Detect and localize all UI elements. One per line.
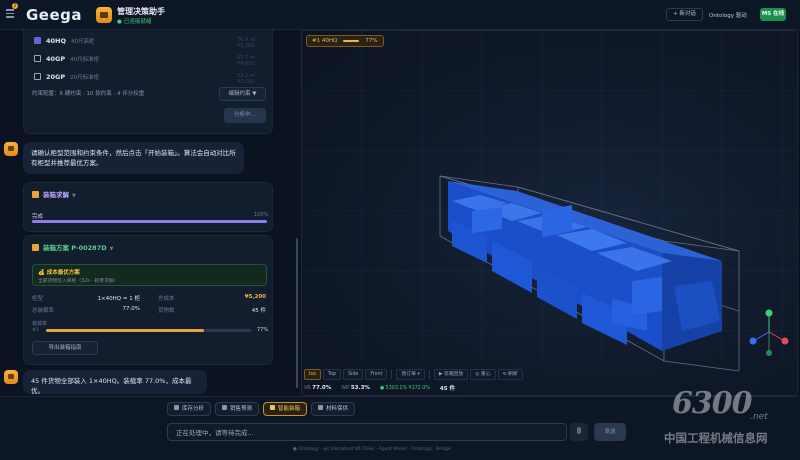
option-40hq[interactable]: 40HQ 40尺高柜 <box>34 35 95 46</box>
tab-smart-packing[interactable]: 智能装箱 <box>263 402 308 416</box>
view-top-button[interactable]: Top <box>322 368 341 380</box>
geega-logo: Geega <box>26 6 83 24</box>
app-icon <box>96 7 112 23</box>
chart-icon <box>222 405 228 410</box>
stat-rate-value: 77.0% <box>122 306 140 312</box>
send-button[interactable]: 发送 <box>594 423 626 441</box>
stat-cost-value: ¥5,200 <box>244 294 266 300</box>
view-side-button[interactable]: Side <box>342 368 364 380</box>
export-guide-button[interactable]: 导出装箱指南 <box>32 341 98 355</box>
checkbox-40gp[interactable] <box>34 55 41 62</box>
box-icon <box>174 405 179 410</box>
stat-items-label: 货物数 <box>158 308 175 314</box>
mic-icon[interactable] <box>570 423 588 441</box>
watermark: 6300 .net 中国工程机械信息网 <box>664 386 794 450</box>
container-options-card: 40HQ 40尺高柜 76.4 m³ ¥5,200 40GP 40尺标准柜 67… <box>23 30 273 134</box>
cog-status: ● 5303.1% ¥172.0% <box>379 385 430 391</box>
watermark-site-name: 中国工程机械信息网 <box>664 431 768 445</box>
3d-viewer[interactable]: #1 40HQ 77% Iso Top Side Front 我订单 ▾ ▶ 装箱… <box>301 30 798 396</box>
top-bar: 2 Geega 管理决策助手 已连接就绪 + 新对话 Ontology 驱动 M… <box>0 0 800 30</box>
stat-cost-label: 总成本 <box>158 296 175 302</box>
weight-rate: WR 53.3% <box>341 385 370 391</box>
notification-badge: 2 <box>12 3 18 9</box>
container-3d-model[interactable] <box>302 31 798 396</box>
solver-done-pct: 100% <box>254 212 269 218</box>
load-rate-fill <box>46 329 204 332</box>
option-40gp[interactable]: 40GP 40尺标准柜 <box>34 53 99 64</box>
view-front-button[interactable]: Front <box>365 368 388 380</box>
option-20gp[interactable]: 20GP 20尺标准柜 <box>34 71 99 82</box>
ontology-label: Ontology 驱动 <box>709 13 747 19</box>
message-input[interactable] <box>176 427 556 439</box>
load-rate-item: #1 <box>32 328 39 333</box>
stat-items-value: 45 件 <box>251 308 266 314</box>
menu-icon[interactable] <box>6 9 16 19</box>
tab-inventory-analysis[interactable]: 库存分析 <box>167 402 212 416</box>
link-icon <box>318 405 324 410</box>
cube-icon <box>32 191 39 198</box>
toolbar-divider <box>391 369 393 379</box>
fill-indicator <box>343 40 360 42</box>
viewer-toolbar: Iso Top Side Front 我订单 ▾ ▶ 装箱回放 ◎ 重心 ⟲ 刷… <box>304 367 523 381</box>
axis-gizmo[interactable] <box>747 307 797 357</box>
checkbox-20gp[interactable] <box>34 73 41 80</box>
viewer-status-bar: VR 77.0% WR 53.3% ● 5303.1% ¥172.0% 45 件 <box>304 384 455 392</box>
app-title: 管理决策助手 <box>117 7 165 16</box>
chevron-down-icon: ▼ <box>72 193 76 199</box>
load-rate-pct: 77% <box>257 327 269 333</box>
chevron-down-icon: ▼ <box>109 246 114 252</box>
center-of-gravity-button[interactable]: ◎ 重心 <box>470 368 496 380</box>
assistant-avatar <box>4 142 18 156</box>
checkbox-40hq[interactable] <box>34 37 41 44</box>
load-rate-bar <box>46 329 251 332</box>
ms-status-badge[interactable]: MS 在线 <box>760 8 786 21</box>
best-plan-box: 💰 成本最优方案 全部货物装入单柜（32s · 耗费求解） <box>32 264 267 286</box>
analyzing-button[interactable]: 分析中... <box>224 108 266 123</box>
refresh-button[interactable]: ⟲ 刷新 <box>497 368 523 380</box>
connection-status: 已连接就绪 <box>117 17 152 25</box>
volume-rate: VR 77.0% <box>304 385 332 391</box>
solver-progress-fill <box>32 220 267 223</box>
chat-scrollbar[interactable] <box>296 238 298 388</box>
edit-constraints-button[interactable]: 编辑约束 ▼ <box>219 87 266 101</box>
tab-material-supply[interactable]: 材料保供 <box>311 402 356 416</box>
solver-done-label: 完成 <box>32 214 44 220</box>
tab-sales-forecast[interactable]: 销售预测 <box>215 402 260 416</box>
connection-footer: ● Ontology · ws://localhost:8173/ws · Ag… <box>293 447 451 452</box>
new-chat-button[interactable]: + 新对话 <box>666 8 703 21</box>
solver-title[interactable]: 装箱求解 ▼ <box>32 189 76 199</box>
option-40gp-meta: 67.7 m³ ¥4,600 <box>237 55 257 67</box>
load-rate-label: 装载率 <box>32 321 48 327</box>
watermark-number: 6300 <box>672 386 752 421</box>
solver-progress-bar <box>32 220 267 223</box>
cube-icon <box>270 405 276 410</box>
stat-rate-label: 总装载率 <box>32 308 55 314</box>
message-input-box[interactable] <box>167 423 567 441</box>
constraint-summary: 约束配置：6 硬约束 · 10 软约束 · 4 评分权重 <box>32 91 145 97</box>
item-count: 45 件 <box>439 386 455 392</box>
replay-button[interactable]: ▶ 装箱回放 <box>433 368 469 380</box>
plan-title[interactable]: 装箱方案 P-00287D ▼ <box>32 242 113 252</box>
plan-card: 装箱方案 P-00287D ▼ 💰 成本最优方案 全部货物装入单柜（32s · 耗… <box>23 235 273 365</box>
assistant-avatar <box>4 370 18 384</box>
best-plan-title: 💰 成本最优方案 <box>38 270 80 276</box>
stat-container-label: 柜型 <box>32 296 44 302</box>
feature-tabs: 库存分析 销售预测 智能装箱 材料保供 <box>167 402 356 416</box>
order-filter-dropdown[interactable]: 我订单 ▾ <box>396 368 425 380</box>
assistant-message: 请确认柜型范围和约束条件，然后点击「开始装箱」。算法会自动对比所有柜型并推荐最优… <box>23 142 244 174</box>
toolbar-divider <box>428 369 430 379</box>
view-iso-button[interactable]: Iso <box>304 368 321 380</box>
assistant-result-message: 45 件货物全部装入 1×40HQ。装载率 77.0%，成本最优。 <box>23 370 207 395</box>
option-40hq-meta: 76.4 m³ ¥5,200 <box>237 37 257 49</box>
watermark-net: .net <box>750 412 768 422</box>
cube-icon <box>32 244 39 251</box>
best-plan-subtitle: 全部货物装入单柜（32s · 耗费求解） <box>38 279 119 284</box>
option-20gp-meta: 33.2 m³ ¥3,000 <box>237 73 257 85</box>
container-tag[interactable]: #1 40HQ 77% <box>306 35 384 47</box>
solver-card: 装箱求解 ▼ 完成 100% <box>23 182 273 232</box>
stat-container-value: 1×40HQ = 1 柜 <box>97 296 140 302</box>
chat-panel: 40HQ 40尺高柜 76.4 m³ ¥5,200 40GP 40尺标准柜 67… <box>0 30 300 396</box>
